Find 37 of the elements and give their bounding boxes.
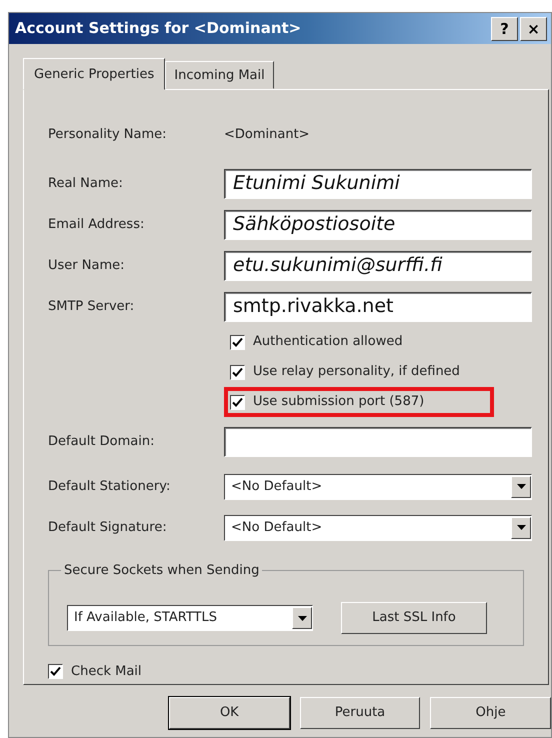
close-button[interactable]: × bbox=[520, 16, 547, 40]
field-label: Default Stationery: bbox=[48, 478, 172, 496]
checkbox-label: Use submission port (587) bbox=[253, 393, 424, 412]
field-label: Real Name: bbox=[48, 174, 124, 193]
checkbox[interactable] bbox=[230, 394, 245, 410]
dropdown-arrow-icon bbox=[298, 616, 306, 620]
dropdown[interactable]: If Available, STARTTLS bbox=[67, 605, 313, 631]
checkbox[interactable] bbox=[48, 664, 63, 680]
field-label: Default Signature: bbox=[48, 518, 168, 537]
dialog-button[interactable]: Ohje bbox=[430, 697, 551, 729]
dropdown-arrow-icon bbox=[516, 484, 526, 489]
tab[interactable]: Generic Properties bbox=[23, 58, 166, 90]
dialog-button[interactable]: OK bbox=[169, 697, 290, 729]
checkbox-label: Authentication allowed bbox=[253, 333, 403, 352]
dropdown-arrow-icon bbox=[516, 525, 526, 530]
input-field[interactable] bbox=[224, 426, 532, 456]
field-label: Default Domain: bbox=[48, 432, 156, 451]
window-title: Account Settings for <Dominant> bbox=[15, 18, 302, 40]
field-label: Email Address: bbox=[48, 216, 146, 234]
input-field[interactable]: smtp.rivakka.net bbox=[224, 292, 532, 322]
input-field[interactable]: etu.sukunimi@surffi.fi bbox=[224, 250, 532, 280]
checkbox[interactable] bbox=[230, 364, 245, 380]
checkbox-label: Check Mail bbox=[71, 663, 142, 681]
dialog-button[interactable]: Peruuta bbox=[300, 697, 420, 729]
help-button[interactable]: ? bbox=[491, 16, 518, 40]
field-label: Personality Name: bbox=[48, 126, 168, 144]
input-field[interactable]: Etunimi Sukunimi bbox=[224, 168, 532, 198]
tab[interactable]: Incoming Mail bbox=[165, 61, 274, 89]
field-label: SMTP Server: bbox=[48, 298, 136, 316]
input-field[interactable]: Sähköpostiosoite bbox=[224, 210, 532, 240]
dropdown[interactable]: <No Default> bbox=[224, 514, 532, 540]
field-label: User Name: bbox=[48, 256, 126, 275]
checkbox-label: Use relay personality, if defined bbox=[253, 363, 460, 382]
checkbox[interactable] bbox=[230, 334, 245, 350]
dropdown[interactable]: <No Default> bbox=[224, 474, 532, 500]
ssl-info-button[interactable]: Last SSL Info bbox=[341, 602, 487, 634]
personality-value: <Dominant> bbox=[224, 126, 310, 144]
